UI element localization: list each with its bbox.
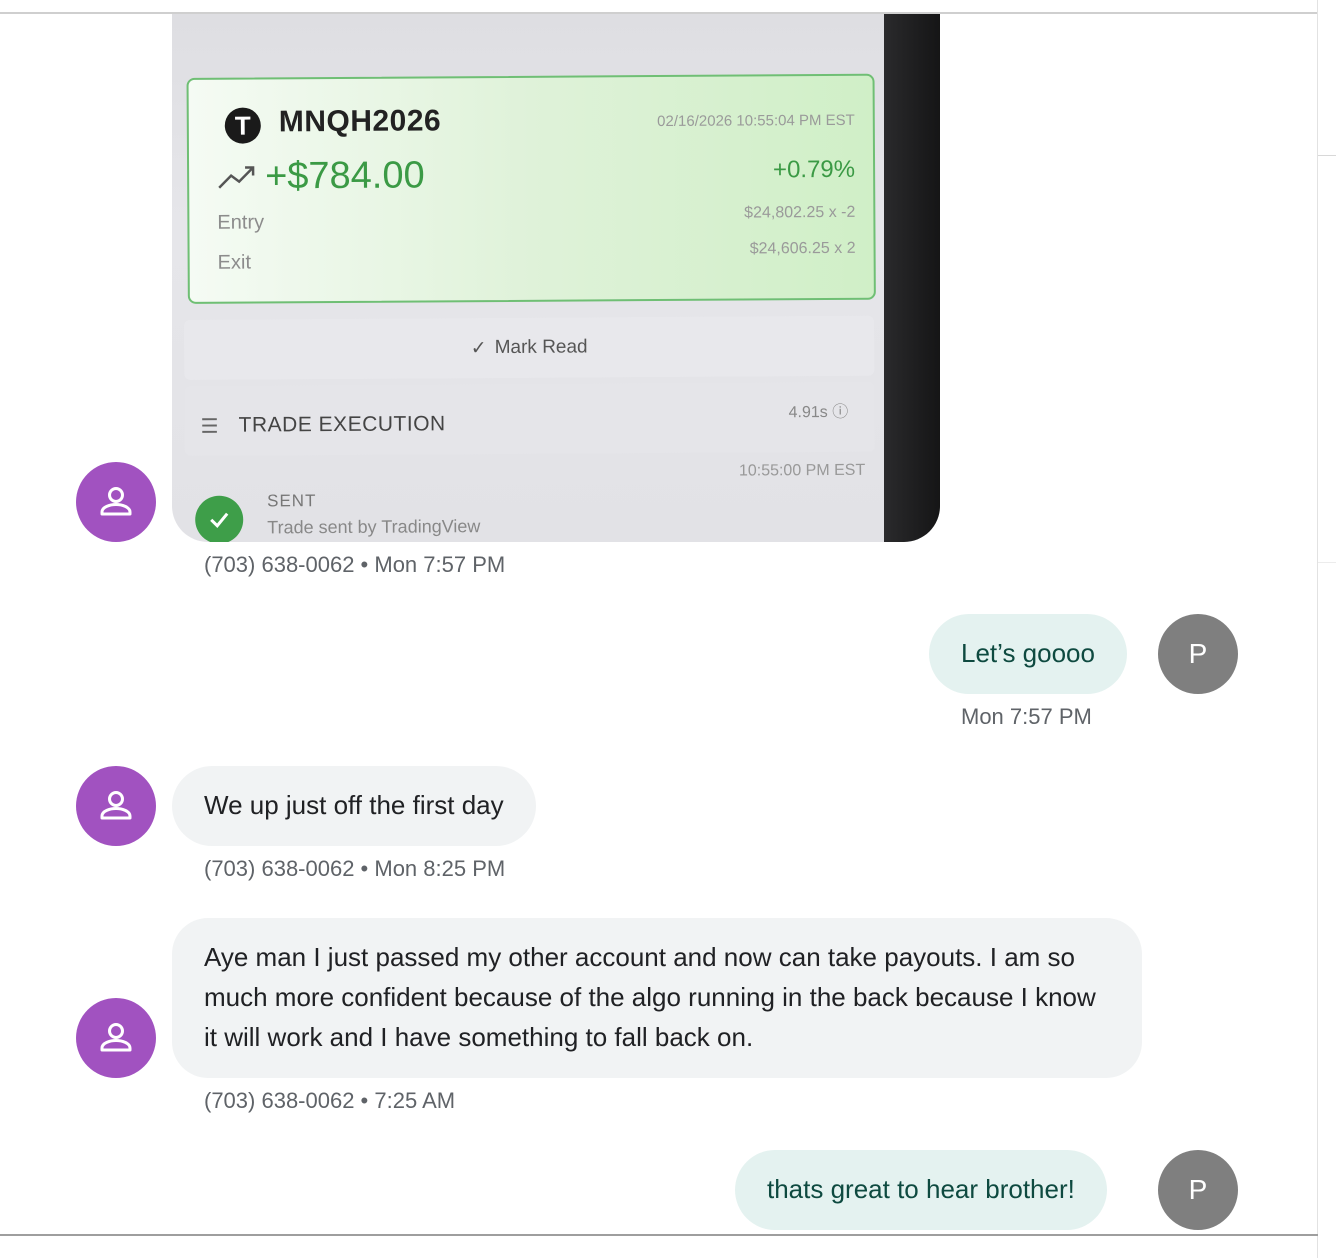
side-divider xyxy=(1318,562,1336,563)
outgoing-message[interactable]: Let’s goooo xyxy=(929,614,1127,694)
sent-time: 10:55:00 PM EST xyxy=(738,461,866,480)
image-content: T MNQH2026 02/16/2026 10:55:04 PM EST +$… xyxy=(172,14,888,542)
sent-description: Trade sent by TradingView xyxy=(267,516,481,538)
trade-execution-label: TRADE EXECUTION xyxy=(238,412,446,437)
side-divider xyxy=(1318,155,1336,156)
message-image[interactable]: T MNQH2026 02/16/2026 10:55:04 PM EST +$… xyxy=(172,14,940,542)
outgoing-message[interactable]: thats great to hear brother! xyxy=(735,1150,1107,1230)
trade-timestamp: 02/16/2026 10:55:04 PM EST xyxy=(657,111,855,131)
exit-value: $24,606.25 x 2 xyxy=(749,239,856,258)
entry-label: Entry xyxy=(217,211,265,234)
message-meta: (703) 638-0062 • 7:25 AM xyxy=(204,1088,456,1113)
checklist-icon: ☰ xyxy=(200,415,219,438)
incoming-message[interactable]: We up just off the first day xyxy=(172,766,536,846)
trending-up-icon xyxy=(218,166,255,189)
person-icon xyxy=(100,791,132,820)
scroll-edge xyxy=(1317,0,1318,1258)
pnl-value: +$784.00 xyxy=(264,154,425,198)
duration-value: 4.91s xyxy=(788,404,828,422)
message-meta: (703) 638-0062 • Mon 7:57 PM xyxy=(204,552,506,577)
pnl-percent: +0.79% xyxy=(772,155,856,184)
tradovate-logo-icon: T xyxy=(224,107,261,144)
message-meta: (703) 638-0062 • Mon 8:25 PM xyxy=(204,856,506,881)
entry-value: $24,802.25 x -2 xyxy=(744,203,856,222)
person-icon xyxy=(100,1023,132,1052)
image-edge xyxy=(884,14,940,542)
check-icon xyxy=(210,512,229,528)
ticker: MNQH2026 xyxy=(278,104,442,139)
self-avatar[interactable]: P xyxy=(1158,1150,1238,1230)
message-meta: Mon 7:57 PM xyxy=(961,704,1092,729)
sent-check-icon xyxy=(195,495,244,542)
incoming-message[interactable]: Aye man I just passed my other account a… xyxy=(172,918,1142,1078)
check-icon: ✓ xyxy=(470,337,487,359)
mark-read-label: Mark Read xyxy=(494,336,588,359)
bottom-divider xyxy=(0,1234,1318,1236)
self-avatar[interactable]: P xyxy=(1158,614,1238,694)
sent-label: SENT xyxy=(267,491,317,511)
mark-read-row: ✓ Mark Read xyxy=(183,315,875,380)
person-icon xyxy=(100,487,132,516)
contact-avatar[interactable] xyxy=(76,998,156,1078)
contact-avatar[interactable] xyxy=(76,766,156,846)
trade-card: T MNQH2026 02/16/2026 10:55:04 PM EST +$… xyxy=(186,73,876,304)
contact-avatar[interactable] xyxy=(76,462,156,542)
execution-duration: 4.91s ⓘ xyxy=(788,398,849,422)
info-icon: ⓘ xyxy=(832,403,849,421)
exit-label: Exit xyxy=(217,251,252,274)
